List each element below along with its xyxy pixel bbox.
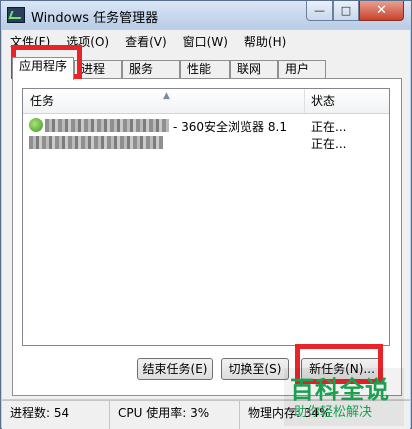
task-manager-window: Windows 任务管理器 — □ ✕ 文件(F) 选项(O) 查看(V) 窗口…: [0, 0, 412, 429]
task-manager-icon: [7, 7, 25, 23]
column-header-task[interactable]: 任务 ▲: [23, 89, 305, 113]
task-status: 正在...: [311, 137, 347, 151]
client-area: 应用程序 进程 服务 性能 联网 用户 任务 ▲ 状态 - 360安全浏览器 8…: [2, 52, 410, 399]
menu-view[interactable]: 查看(V): [117, 33, 175, 50]
close-button[interactable]: ✕: [359, 1, 404, 21]
tab-networking[interactable]: 联网: [230, 60, 278, 78]
tab-applications[interactable]: 应用程序: [12, 57, 74, 80]
task-row[interactable]: - 360安全浏览器 8.1 正在...: [23, 117, 389, 134]
menu-bar: 文件(F) 选项(O) 查看(V) 窗口(W) 帮助(H): [2, 30, 410, 52]
tab-processes[interactable]: 进程: [74, 60, 122, 78]
menu-window[interactable]: 窗口(W): [175, 33, 236, 50]
title-bar[interactable]: Windows 任务管理器 — □ ✕: [1, 1, 411, 29]
task-row[interactable]: 正在...: [23, 134, 389, 151]
watermark: 百科全说 助你轻松解决: [284, 368, 404, 426]
process-count: 进程数: 54: [2, 401, 110, 429]
tab-performance[interactable]: 性能: [180, 60, 230, 78]
cpu-usage: CPU 使用率: 3%: [110, 401, 240, 429]
watermark-subtitle: 助你轻松解决: [294, 405, 373, 420]
switch-to-button[interactable]: 切换至(S): [221, 358, 289, 380]
minimize-button[interactable]: —: [306, 1, 333, 21]
window-title: Windows 任务管理器: [31, 11, 159, 26]
menu-file[interactable]: 文件(F): [2, 33, 58, 50]
task-list[interactable]: 任务 ▲ 状态 - 360安全浏览器 8.1 正在... 正在...: [22, 88, 390, 346]
tab-users[interactable]: 用户: [278, 60, 326, 78]
task-name: - 360安全浏览器 8.1: [173, 120, 287, 134]
menu-options[interactable]: 选项(O): [58, 33, 117, 50]
task-status: 正在...: [311, 120, 347, 134]
watermark-title: 百科全说: [290, 376, 390, 404]
maximize-button[interactable]: □: [333, 1, 359, 21]
browser-icon: [29, 118, 43, 132]
list-header: 任务 ▲ 状态: [23, 89, 389, 114]
end-task-button[interactable]: 结束任务(E): [137, 358, 213, 380]
redacted-text: [29, 136, 163, 149]
column-task-label: 任务: [30, 94, 55, 108]
tab-services[interactable]: 服务: [122, 60, 180, 78]
redacted-text: [45, 119, 169, 132]
sort-ascending-icon: ▲: [163, 91, 170, 101]
menu-help[interactable]: 帮助(H): [236, 33, 294, 50]
column-header-status[interactable]: 状态: [305, 89, 389, 113]
